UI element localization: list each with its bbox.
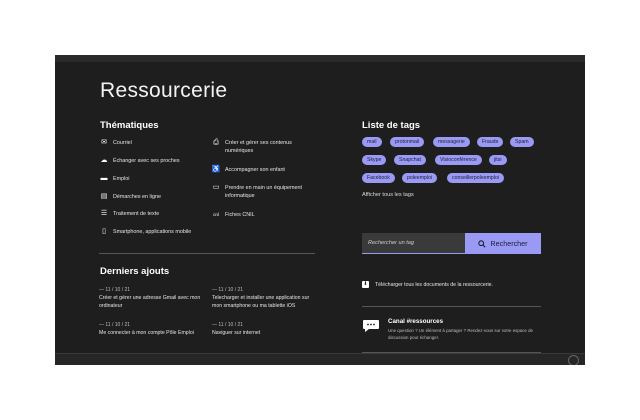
search-icon bbox=[478, 239, 486, 248]
content-icon: ⎙ bbox=[213, 139, 219, 146]
news-item[interactable]: — 11 / 10 / 21 Me connecter à mon compte… bbox=[99, 321, 204, 337]
news-date: — 11 / 10 / 21 bbox=[99, 322, 131, 328]
tag-search: Rechercher bbox=[362, 233, 541, 254]
scroll-top-icon[interactable] bbox=[568, 355, 579, 365]
tag-protonmail[interactable]: protonmail bbox=[390, 137, 425, 147]
tag-fraude[interactable]: Fraude bbox=[477, 137, 504, 147]
tags-heading: Liste de tags bbox=[362, 120, 421, 131]
news-item[interactable]: — 11 / 10 / 21 Naviguer sur internet bbox=[212, 321, 317, 337]
theme-accompagner[interactable]: ♿ Accompagner son enfant bbox=[211, 166, 285, 174]
theme-label: Créer et gérer ses contenus numériques bbox=[225, 140, 292, 154]
download-icon: ⬇ bbox=[362, 281, 369, 288]
tag-poleemploi[interactable]: poleemploi bbox=[402, 173, 438, 183]
canal-title: Canal #ressources bbox=[388, 318, 444, 325]
canal-description: Une question ? Un élément à partager ? R… bbox=[388, 328, 533, 340]
briefcase-icon: ▬ bbox=[100, 175, 108, 182]
tag-messagerie[interactable]: messagerie bbox=[433, 137, 470, 147]
tag-skype[interactable]: Skype bbox=[362, 155, 387, 165]
download-all-link[interactable]: ⬇ Télécharger tous les documents de la r… bbox=[362, 281, 493, 288]
document-icon: ▤ bbox=[100, 193, 108, 200]
news-item[interactable]: — 11 / 10 / 21 Telecharger et installer … bbox=[212, 286, 317, 310]
news-title: Créer et gérer une adresse Gmail avec mo… bbox=[99, 295, 201, 309]
theme-smartphone[interactable]: ▯ Smartphone, applications mobile bbox=[99, 228, 191, 236]
text-editor-icon: ☰ bbox=[100, 210, 108, 217]
chat-bubble-icon bbox=[363, 320, 379, 332]
ressourcerie-panel: Ressourcerie Thématiques ✉ Courriel ☁ Éc… bbox=[55, 55, 585, 365]
divider bbox=[99, 253, 315, 254]
tag-facebook[interactable]: Facebook bbox=[362, 173, 395, 183]
tag-conseillerpoleemploi[interactable]: conseillerpoleemploi bbox=[447, 173, 505, 183]
theme-label: Courriel bbox=[113, 140, 132, 146]
news-date: — 11 / 10 / 21 bbox=[212, 287, 244, 293]
smartphone-icon: ▯ bbox=[102, 228, 106, 235]
bottom-bar bbox=[55, 353, 585, 365]
news-item[interactable]: — 11 / 10 / 21 Créer et gérer une adress… bbox=[99, 286, 204, 310]
cnil-icon: cnl bbox=[213, 212, 219, 217]
news-title: Me connecter à mon compte Pôle Emploi bbox=[99, 330, 194, 336]
download-label: Télécharger tous les documents de la res… bbox=[375, 281, 493, 288]
theme-label: Accompagner son enfant bbox=[225, 167, 285, 173]
theme-equipement[interactable]: ▭ Prendre en main un équipement informat… bbox=[211, 184, 311, 200]
news-date: — 11 / 10 / 21 bbox=[212, 322, 244, 328]
theme-traitement-texte[interactable]: ☰ Traitement de texte bbox=[99, 210, 159, 218]
search-button[interactable]: Rechercher bbox=[465, 233, 541, 254]
theme-label: Traitement de texte bbox=[113, 211, 160, 217]
theme-label: Démarches en ligne bbox=[113, 194, 161, 200]
derniers-ajouts-heading: Derniers ajouts bbox=[100, 266, 170, 277]
news-date: — 11 / 10 / 21 bbox=[99, 287, 131, 293]
theme-label: Emploi bbox=[113, 176, 130, 182]
tag-mail[interactable]: mail bbox=[362, 137, 382, 147]
theme-contenus[interactable]: ⎙ Créer et gérer ses contenus numériques bbox=[211, 139, 311, 155]
divider bbox=[362, 306, 541, 307]
tag-search-input[interactable] bbox=[362, 233, 465, 254]
computer-icon: ▭ bbox=[212, 184, 220, 191]
theme-label: Prendre en main un équipement informatiq… bbox=[225, 185, 303, 199]
top-bar bbox=[55, 55, 585, 62]
theme-label: Fiches CNIL bbox=[225, 212, 255, 218]
tag-spam[interactable]: Spam bbox=[510, 137, 534, 147]
mail-icon: ✉ bbox=[101, 139, 107, 146]
theme-demarches[interactable]: ▤ Démarches en ligne bbox=[99, 193, 161, 201]
theme-cnil[interactable]: cnl Fiches CNIL bbox=[211, 211, 255, 219]
theme-courriel[interactable]: ✉ Courriel bbox=[99, 139, 132, 147]
tag-snapchat[interactable]: Snapchat bbox=[394, 155, 426, 165]
news-title: Naviguer sur internet bbox=[212, 330, 261, 336]
search-button-label: Rechercher bbox=[490, 239, 528, 248]
theme-echanger[interactable]: ☁ Échanger avec ses proches bbox=[99, 157, 180, 165]
thematiques-heading: Thématiques bbox=[100, 120, 159, 131]
show-all-tags-link[interactable]: Afficher tous les tags bbox=[362, 192, 414, 198]
theme-emploi[interactable]: ▬ Emploi bbox=[99, 175, 130, 183]
theme-label: Échanger avec ses proches bbox=[113, 158, 180, 164]
chat-icon: ☁ bbox=[100, 157, 108, 164]
tag-visioconference[interactable]: Visioconférence bbox=[435, 155, 482, 165]
accompany-icon: ♿ bbox=[211, 166, 221, 173]
theme-label: Smartphone, applications mobile bbox=[113, 229, 192, 235]
news-title: Telecharger et installer une application… bbox=[212, 295, 310, 309]
tag-jitsi[interactable]: jitsi bbox=[489, 155, 507, 165]
page-title: Ressourcerie bbox=[100, 79, 228, 102]
